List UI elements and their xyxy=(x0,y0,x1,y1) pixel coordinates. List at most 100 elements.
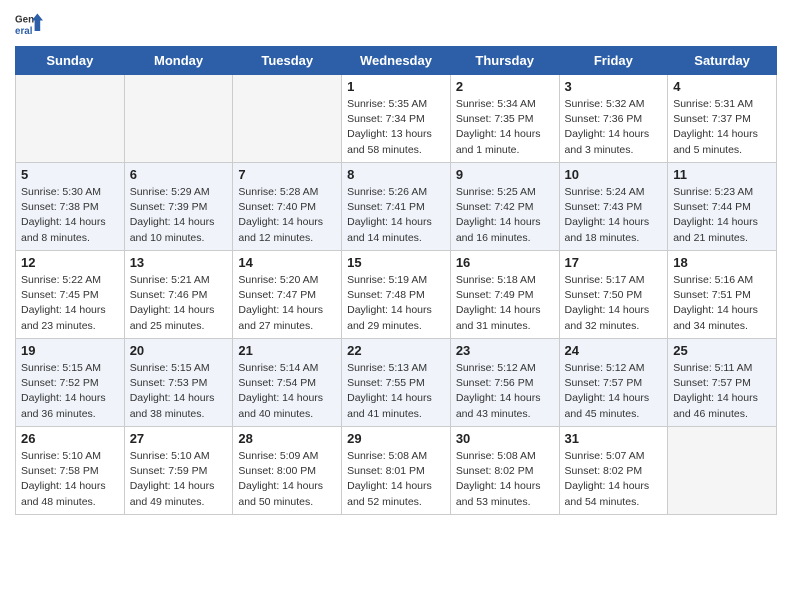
calendar-cell: 13 Sunrise: 5:21 AMSunset: 7:46 PMDayligh… xyxy=(124,251,233,339)
date-number: 13 xyxy=(130,255,228,270)
calendar-cell: 11 Sunrise: 5:23 AMSunset: 7:44 PMDayligh… xyxy=(668,163,777,251)
calendar-cell: 3 Sunrise: 5:32 AMSunset: 7:36 PMDaylight… xyxy=(559,75,668,163)
day-header-saturday: Saturday xyxy=(668,47,777,75)
calendar-cell: 19 Sunrise: 5:15 AMSunset: 7:52 PMDayligh… xyxy=(16,339,125,427)
calendar-cell: 4 Sunrise: 5:31 AMSunset: 7:37 PMDaylight… xyxy=(668,75,777,163)
calendar-week-1: 1 Sunrise: 5:35 AMSunset: 7:34 PMDaylight… xyxy=(16,75,777,163)
date-number: 6 xyxy=(130,167,228,182)
calendar-week-2: 5 Sunrise: 5:30 AMSunset: 7:38 PMDaylight… xyxy=(16,163,777,251)
date-number: 21 xyxy=(238,343,336,358)
calendar-cell: 15Sunrise: 5:19 AMSunset: 7:48 PMDayligh… xyxy=(342,251,451,339)
day-header-sunday: Sunday xyxy=(16,47,125,75)
date-number: 2 xyxy=(456,79,554,94)
calendar-week-3: 12Sunrise: 5:22 AMSunset: 7:45 PMDayligh… xyxy=(16,251,777,339)
date-number: 24 xyxy=(565,343,663,358)
calendar-cell: 25Sunrise: 5:11 AMSunset: 7:57 PMDayligh… xyxy=(668,339,777,427)
cell-info: Sunrise: 5:34 AMSunset: 7:35 PMDaylight:… xyxy=(456,97,554,158)
cell-info: Sunrise: 5:15 AMSunset: 7:52 PMDaylight:… xyxy=(21,361,119,422)
date-number: 1 xyxy=(347,79,445,94)
calendar-cell: 2 Sunrise: 5:34 AMSunset: 7:35 PMDaylight… xyxy=(450,75,559,163)
calendar-cell: 18 Sunrise: 5:16 AMSunset: 7:51 PMDayligh… xyxy=(668,251,777,339)
cell-info: Sunrise: 5:32 AMSunset: 7:36 PMDaylight:… xyxy=(565,97,663,158)
date-number: 10 xyxy=(565,167,663,182)
calendar-header-row: SundayMondayTuesdayWednesdayThursdayFrid… xyxy=(16,47,777,75)
date-number: 23 xyxy=(456,343,554,358)
cell-info: Sunrise: 5:12 AMSunset: 7:57 PMDaylight:… xyxy=(565,361,663,422)
date-number: 28 xyxy=(238,431,336,446)
logo: Gen eral xyxy=(15,10,47,38)
cell-info: Sunrise: 5:35 AMSunset: 7:34 PMDaylight:… xyxy=(347,97,445,158)
logo-icon: Gen eral xyxy=(15,10,43,38)
date-number: 29 xyxy=(347,431,445,446)
cell-info: Sunrise: 5:10 AMSunset: 7:58 PMDaylight:… xyxy=(21,449,119,510)
cell-info: Sunrise: 5:29 AMSunset: 7:39 PMDaylight:… xyxy=(130,185,228,246)
svg-text:eral: eral xyxy=(15,26,33,37)
calendar-cell: 9 Sunrise: 5:25 AMSunset: 7:42 PMDaylight… xyxy=(450,163,559,251)
header: Gen eral xyxy=(15,10,777,38)
cell-info: Sunrise: 5:16 AMSunset: 7:51 PMDaylight:… xyxy=(673,273,771,334)
date-number: 26 xyxy=(21,431,119,446)
day-header-friday: Friday xyxy=(559,47,668,75)
date-number: 8 xyxy=(347,167,445,182)
cell-info: Sunrise: 5:21 AMSunset: 7:46 PMDaylight:… xyxy=(130,273,228,334)
calendar-cell: 10 Sunrise: 5:24 AMSunset: 7:43 PMDayligh… xyxy=(559,163,668,251)
calendar-cell xyxy=(233,75,342,163)
date-number: 4 xyxy=(673,79,771,94)
calendar-cell: 21 Sunrise: 5:14 AMSunset: 7:54 PMDayligh… xyxy=(233,339,342,427)
cell-info: Sunrise: 5:24 AMSunset: 7:43 PMDaylight:… xyxy=(565,185,663,246)
cell-info: Sunrise: 5:08 AMSunset: 8:02 PMDaylight:… xyxy=(456,449,554,510)
calendar-week-4: 19 Sunrise: 5:15 AMSunset: 7:52 PMDayligh… xyxy=(16,339,777,427)
calendar-cell: 29 Sunrise: 5:08 AMSunset: 8:01 PMDayligh… xyxy=(342,427,451,515)
calendar-cell: 24 Sunrise: 5:12 AMSunset: 7:57 PMDayligh… xyxy=(559,339,668,427)
cell-info: Sunrise: 5:15 AMSunset: 7:53 PMDaylight:… xyxy=(130,361,228,422)
cell-info: Sunrise: 5:25 AMSunset: 7:42 PMDaylight:… xyxy=(456,185,554,246)
cell-info: Sunrise: 5:23 AMSunset: 7:44 PMDaylight:… xyxy=(673,185,771,246)
cell-info: Sunrise: 5:07 AMSunset: 8:02 PMDaylight:… xyxy=(565,449,663,510)
day-header-tuesday: Tuesday xyxy=(233,47,342,75)
calendar-cell: 12Sunrise: 5:22 AMSunset: 7:45 PMDayligh… xyxy=(16,251,125,339)
date-number: 16 xyxy=(456,255,554,270)
calendar-cell: 23 Sunrise: 5:12 AMSunset: 7:56 PMDayligh… xyxy=(450,339,559,427)
date-number: 17 xyxy=(565,255,663,270)
cell-info: Sunrise: 5:09 AMSunset: 8:00 PMDaylight:… xyxy=(238,449,336,510)
date-number: 22 xyxy=(347,343,445,358)
cell-info: Sunrise: 5:18 AMSunset: 7:49 PMDaylight:… xyxy=(456,273,554,334)
date-number: 5 xyxy=(21,167,119,182)
svg-text:Gen: Gen xyxy=(15,15,34,26)
date-number: 11 xyxy=(673,167,771,182)
date-number: 25 xyxy=(673,343,771,358)
cell-info: Sunrise: 5:13 AMSunset: 7:55 PMDaylight:… xyxy=(347,361,445,422)
date-number: 9 xyxy=(456,167,554,182)
cell-info: Sunrise: 5:30 AMSunset: 7:38 PMDaylight:… xyxy=(21,185,119,246)
calendar-cell: 6 Sunrise: 5:29 AMSunset: 7:39 PMDaylight… xyxy=(124,163,233,251)
calendar-cell xyxy=(124,75,233,163)
date-number: 7 xyxy=(238,167,336,182)
cell-info: Sunrise: 5:31 AMSunset: 7:37 PMDaylight:… xyxy=(673,97,771,158)
date-number: 15 xyxy=(347,255,445,270)
calendar-cell xyxy=(16,75,125,163)
calendar-cell: 8 Sunrise: 5:26 AMSunset: 7:41 PMDaylight… xyxy=(342,163,451,251)
cell-info: Sunrise: 5:08 AMSunset: 8:01 PMDaylight:… xyxy=(347,449,445,510)
cell-info: Sunrise: 5:10 AMSunset: 7:59 PMDaylight:… xyxy=(130,449,228,510)
calendar-cell: 7Sunrise: 5:28 AMSunset: 7:40 PMDaylight… xyxy=(233,163,342,251)
date-number: 31 xyxy=(565,431,663,446)
date-number: 3 xyxy=(565,79,663,94)
calendar-cell: 28 Sunrise: 5:09 AMSunset: 8:00 PMDayligh… xyxy=(233,427,342,515)
calendar-body: 1 Sunrise: 5:35 AMSunset: 7:34 PMDaylight… xyxy=(16,75,777,515)
cell-info: Sunrise: 5:26 AMSunset: 7:41 PMDaylight:… xyxy=(347,185,445,246)
calendar-cell: 22 Sunrise: 5:13 AMSunset: 7:55 PMDayligh… xyxy=(342,339,451,427)
cell-info: Sunrise: 5:12 AMSunset: 7:56 PMDaylight:… xyxy=(456,361,554,422)
cell-info: Sunrise: 5:14 AMSunset: 7:54 PMDaylight:… xyxy=(238,361,336,422)
calendar-cell: 30Sunrise: 5:08 AMSunset: 8:02 PMDayligh… xyxy=(450,427,559,515)
calendar-cell xyxy=(668,427,777,515)
date-number: 19 xyxy=(21,343,119,358)
date-number: 18 xyxy=(673,255,771,270)
calendar-cell: 16 Sunrise: 5:18 AMSunset: 7:49 PMDayligh… xyxy=(450,251,559,339)
date-number: 14 xyxy=(238,255,336,270)
cell-info: Sunrise: 5:17 AMSunset: 7:50 PMDaylight:… xyxy=(565,273,663,334)
cell-info: Sunrise: 5:22 AMSunset: 7:45 PMDaylight:… xyxy=(21,273,119,334)
cell-info: Sunrise: 5:20 AMSunset: 7:47 PMDaylight:… xyxy=(238,273,336,334)
day-header-monday: Monday xyxy=(124,47,233,75)
calendar-cell: 26 Sunrise: 5:10 AMSunset: 7:58 PMDayligh… xyxy=(16,427,125,515)
date-number: 27 xyxy=(130,431,228,446)
